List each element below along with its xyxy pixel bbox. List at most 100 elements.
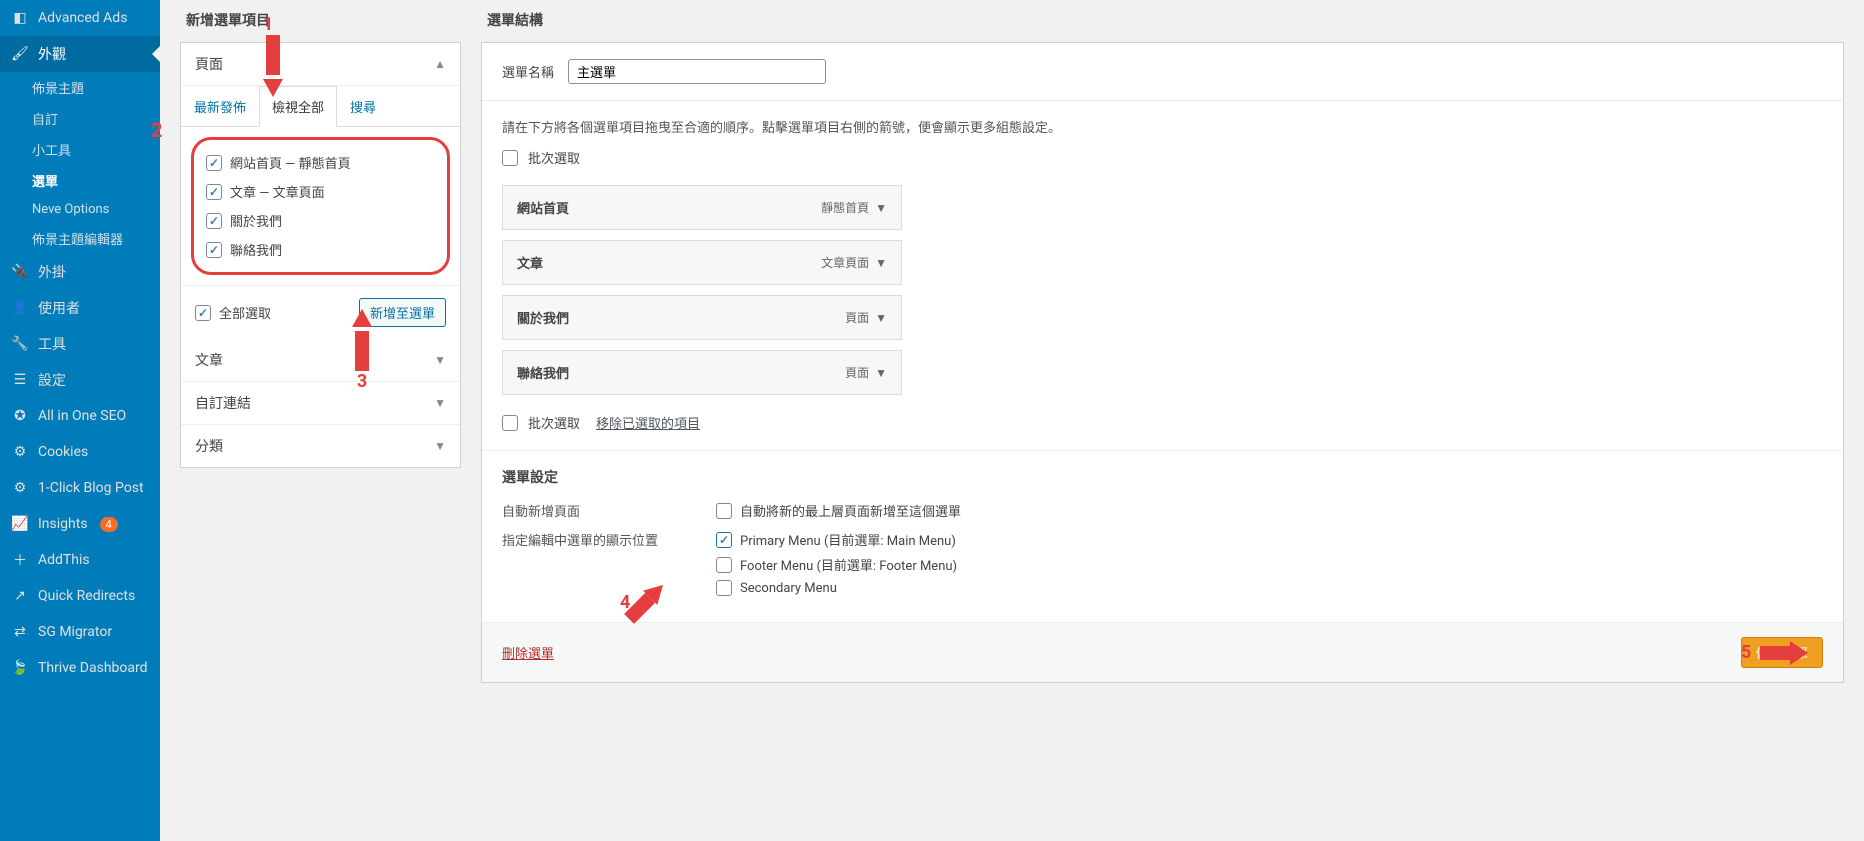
page-item[interactable]: 文章 — 文章頁面	[198, 177, 443, 206]
migrate-icon: ⇄	[10, 622, 30, 642]
page-label: 網站首頁 — 靜態首頁	[230, 153, 351, 172]
plugin-icon: 🔌	[10, 262, 30, 282]
add-to-menu-button[interactable]: 新增至選單	[359, 298, 446, 327]
page-item[interactable]: 聯絡我們	[198, 235, 443, 264]
chevron-down-icon[interactable]: ▼	[875, 366, 887, 380]
checkbox[interactable]	[716, 532, 732, 548]
sidebar-item-thrive[interactable]: 🍃 Thrive Dashboard	[0, 650, 160, 686]
tab-recent[interactable]: 最新發佈	[181, 86, 259, 127]
caret-down-icon: ▼	[434, 353, 446, 367]
accordion-categories[interactable]: 分類 ▼	[181, 425, 460, 467]
menu-item[interactable]: 網站首頁 靜態首頁▼	[502, 185, 902, 230]
admin-sidebar: ◧ Advanced Ads 🖌 外觀 佈景主題 自訂 小工具 選單 Neve …	[0, 0, 160, 841]
plus-icon: ＋	[10, 550, 30, 570]
accordion-pages[interactable]: 頁面 ▲	[181, 43, 460, 86]
accordion-posts[interactable]: 文章 ▼	[181, 339, 460, 382]
sidebar-item-cookies[interactable]: ⚙ Cookies	[0, 434, 160, 470]
batch-select-checkbox[interactable]	[502, 415, 518, 431]
menu-item-label: 聯絡我們	[517, 363, 569, 382]
wrench-icon: 🔧	[10, 334, 30, 354]
sidebar-item-plugins[interactable]: 🔌 外掛	[0, 254, 160, 290]
menu-item-type: 頁面▼	[845, 364, 887, 381]
chevron-down-icon[interactable]: ▼	[875, 256, 887, 270]
select-all-row: 全部選取 新增至選單	[181, 285, 460, 339]
sidebar-item-insights[interactable]: 📈 Insights 4	[0, 506, 160, 542]
menu-item-type: 文章頁面▼	[821, 254, 887, 271]
menu-items: 網站首頁 靜態首頁▼ 文章 文章頁面▼ 關於我們 頁面▼ 聯絡我們 頁面▼	[502, 185, 1823, 395]
settings-heading: 選單設定	[502, 467, 1823, 487]
sidebar-item-sgmigrator[interactable]: ⇄ SG Migrator	[0, 614, 160, 650]
annotation-2: 2	[151, 118, 162, 142]
select-all-checkbox[interactable]	[195, 305, 211, 321]
auto-add-option[interactable]: 自動將新的最上層頁面新增至這個選單	[716, 501, 961, 520]
sidebar-item-redirects[interactable]: ↗ Quick Redirects	[0, 578, 160, 614]
panel-footer: 刪除選單 5 儲存選單	[482, 622, 1843, 682]
checkbox[interactable]	[716, 580, 732, 596]
chart-icon: 📈	[10, 514, 30, 534]
annotation-1: 1	[263, 14, 283, 97]
menu-item-type: 頁面▼	[845, 309, 887, 326]
sidebar-item-label: AddThis	[38, 552, 90, 568]
sidebar-item-label: SG Migrator	[38, 624, 112, 640]
sidebar-item-label: 1-Click Blog Post	[38, 480, 144, 496]
delete-menu-link[interactable]: 刪除選單	[502, 643, 554, 662]
sidebar-sub-customize[interactable]: 自訂	[0, 103, 160, 134]
sidebar-item-label: All in One SEO	[38, 408, 126, 424]
sidebar-item-1click[interactable]: ⚙ 1-Click Blog Post	[0, 470, 160, 506]
sidebar-item-settings[interactable]: ☰ 設定	[0, 362, 160, 398]
option-label: Footer Menu (目前選單: Footer Menu)	[740, 555, 957, 574]
sidebar-sub-themes[interactable]: 佈景主題	[0, 72, 160, 103]
annotation-5: 5	[1741, 641, 1808, 665]
accordion-custom-links[interactable]: 自訂連結 ▼	[181, 382, 460, 425]
sidebar-item-aioseo[interactable]: ✪ All in One SEO	[0, 398, 160, 434]
sidebar-sub-menus[interactable]: 選單	[0, 165, 160, 196]
page-item[interactable]: 網站首頁 — 靜態首頁	[198, 148, 443, 177]
batch-select-label: 批次選取	[528, 148, 580, 167]
checkbox[interactable]	[206, 242, 222, 258]
annotation-3: 3	[352, 309, 372, 392]
option-label: Secondary Menu	[740, 581, 837, 596]
batch-select-label: 批次選取	[528, 413, 580, 432]
sidebar-sub-widgets[interactable]: 小工具	[0, 134, 160, 165]
sidebar-item-label: Advanced Ads	[38, 10, 127, 26]
menu-settings: 選單設定 自動新增頁面 自動將新的最上層頁面新增至這個選單 指定編輯中選單的顯示…	[482, 450, 1843, 622]
select-all-label: 全部選取	[219, 303, 271, 322]
sidebar-item-users[interactable]: 👤 使用者	[0, 290, 160, 326]
location-footer[interactable]: Footer Menu (目前選單: Footer Menu)	[716, 555, 957, 574]
badge-count: 4	[100, 517, 118, 532]
sidebar-item-appearance[interactable]: 🖌 外觀	[0, 36, 160, 72]
checkbox[interactable]	[206, 184, 222, 200]
ads-icon: ◧	[10, 8, 30, 28]
option-label: Primary Menu (目前選單: Main Menu)	[740, 530, 956, 549]
arrow-down-icon	[263, 35, 283, 97]
page-item[interactable]: 關於我們	[198, 206, 443, 235]
help-text: 請在下方將各個選單項目拖曳至合適的順序。點擊選單項目右側的箭號，便會顯示更多組態…	[502, 117, 1823, 136]
sidebar-item-label: Cookies	[38, 444, 88, 460]
checkbox[interactable]	[206, 155, 222, 171]
tab-search[interactable]: 搜尋	[337, 86, 389, 127]
sidebar-sub-neve[interactable]: Neve Options	[0, 196, 160, 223]
menu-item[interactable]: 文章 文章頁面▼	[502, 240, 902, 285]
annotation-4: 4	[620, 578, 656, 626]
menu-item[interactable]: 關於我們 頁面▼	[502, 295, 902, 340]
menu-item[interactable]: 聯絡我們 頁面▼	[502, 350, 902, 395]
batch-select-checkbox[interactable]	[502, 150, 518, 166]
sidebar-item-advanced-ads[interactable]: ◧ Advanced Ads	[0, 0, 160, 36]
remove-selected-link[interactable]: 移除已選取的項目	[596, 413, 700, 432]
sidebar-item-tools[interactable]: 🔧 工具	[0, 326, 160, 362]
sidebar-item-addthis[interactable]: ＋ AddThis	[0, 542, 160, 578]
chevron-down-icon[interactable]: ▼	[875, 311, 887, 325]
structure-panel: 選單名稱 請在下方將各個選單項目拖曳至合適的順序。點擊選單項目右側的箭號，便會顯…	[481, 42, 1844, 683]
checkbox[interactable]	[206, 213, 222, 229]
sidebar-sub-theme-editor[interactable]: 佈景主題編輯器	[0, 223, 160, 254]
page-label: 關於我們	[230, 211, 282, 230]
checkbox[interactable]	[716, 557, 732, 573]
checkbox[interactable]	[716, 503, 732, 519]
user-icon: 👤	[10, 298, 30, 318]
location-primary[interactable]: Primary Menu (目前選單: Main Menu)	[716, 530, 957, 549]
location-secondary[interactable]: Secondary Menu	[716, 580, 957, 596]
sliders-icon: ☰	[10, 370, 30, 390]
menu-item-label: 網站首頁	[517, 198, 569, 217]
chevron-down-icon[interactable]: ▼	[875, 201, 887, 215]
menu-name-input[interactable]	[568, 59, 826, 84]
